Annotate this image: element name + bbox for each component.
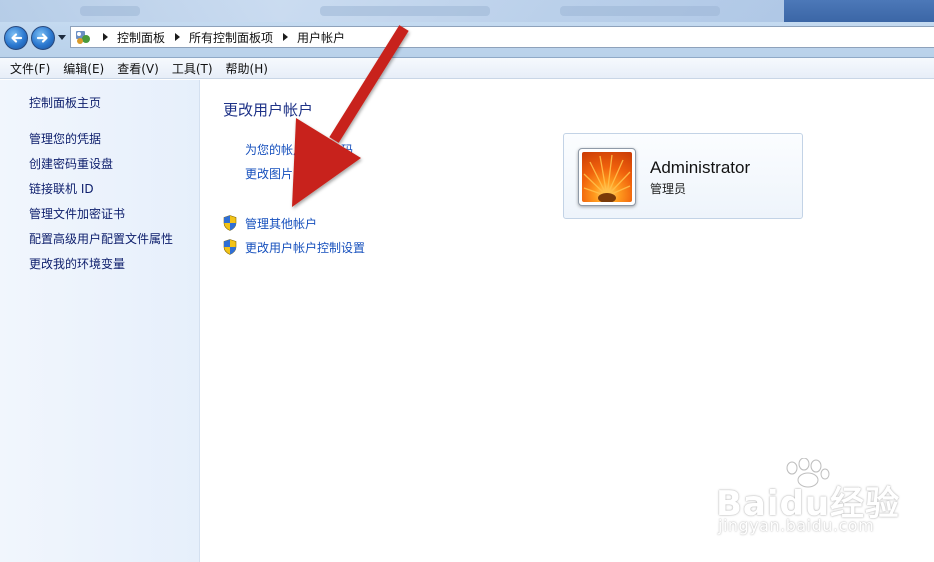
back-arrow-icon bbox=[11, 33, 23, 43]
back-button[interactable] bbox=[4, 26, 28, 50]
user-account-card: Administrator 管理员 bbox=[563, 133, 803, 219]
menu-bar: 文件(F) 编辑(E) 查看(V) 工具(T) 帮助(H) bbox=[0, 58, 934, 79]
sidebar-item-credentials[interactable]: 管理您的凭据 bbox=[29, 130, 101, 147]
sidebar-control-panel-home[interactable]: 控制面板主页 bbox=[29, 94, 101, 111]
menu-view[interactable]: 查看(V) bbox=[111, 60, 165, 77]
address-bar[interactable]: 控制面板 所有控制面板项 用户帐户 bbox=[70, 26, 934, 48]
breadcrumb-separator[interactable] bbox=[103, 33, 108, 41]
menu-edit[interactable]: 编辑(E) bbox=[57, 60, 110, 77]
flower-avatar-icon bbox=[582, 152, 632, 202]
sidebar-item-advanced-profile[interactable]: 配置高级用户配置文件属性 bbox=[29, 230, 173, 247]
recent-pages-dropdown[interactable] bbox=[58, 35, 66, 40]
breadcrumb-separator[interactable] bbox=[175, 33, 181, 41]
breadcrumb-user-accounts[interactable]: 用户帐户 bbox=[297, 29, 345, 46]
forward-arrow-icon bbox=[36, 33, 48, 43]
create-password-link[interactable]: 为您的帐户 bbox=[245, 141, 305, 158]
blurred-window-corner bbox=[784, 0, 934, 22]
task-pane bbox=[0, 80, 200, 562]
menu-file[interactable]: 文件(F) bbox=[4, 60, 56, 77]
forward-button[interactable] bbox=[31, 26, 55, 50]
uac-settings-link[interactable]: 更改用户帐户控制设置 bbox=[245, 239, 365, 256]
user-name: Administrator bbox=[650, 158, 751, 177]
uac-shield-icon bbox=[223, 215, 237, 231]
sidebar-item-encryption-certificates[interactable]: 管理文件加密证书 bbox=[29, 205, 125, 222]
baidu-watermark: Baidu经验 jingyan.baidu.com bbox=[712, 458, 912, 548]
watermark-url: jingyan.baidu.com bbox=[718, 516, 875, 535]
breadcrumb-separator[interactable] bbox=[283, 33, 289, 41]
sidebar-item-environment-variables[interactable]: 更改我的环境变量 bbox=[29, 255, 125, 272]
page-title: 更改用户帐户 bbox=[223, 101, 314, 119]
breadcrumb-all-items[interactable]: 所有控制面板项 bbox=[189, 29, 273, 46]
create-password-link-tail[interactable]: 码 bbox=[341, 141, 353, 158]
manage-other-accounts-link[interactable]: 管理其他帐户 bbox=[245, 215, 317, 232]
blurred-tab bbox=[320, 6, 490, 16]
sidebar-item-password-reset-disk[interactable]: 创建密码重设盘 bbox=[29, 155, 113, 172]
user-role: 管理员 bbox=[650, 182, 687, 196]
blurred-tab bbox=[80, 6, 140, 16]
uac-shield-icon bbox=[223, 239, 237, 255]
window-chrome: 控制面板 所有控制面板项 用户帐户 bbox=[0, 0, 934, 58]
menu-help[interactable]: 帮助(H) bbox=[220, 60, 274, 77]
blurred-tab bbox=[560, 6, 720, 16]
change-picture-link[interactable]: 更改图片 bbox=[245, 165, 293, 182]
avatar[interactable] bbox=[578, 148, 636, 206]
breadcrumb-control-panel[interactable]: 控制面板 bbox=[117, 29, 165, 46]
sidebar-item-link-online-id[interactable]: 链接联机 ID bbox=[29, 180, 94, 197]
menu-tools[interactable]: 工具(T) bbox=[166, 60, 219, 77]
control-panel-icon bbox=[76, 31, 90, 44]
